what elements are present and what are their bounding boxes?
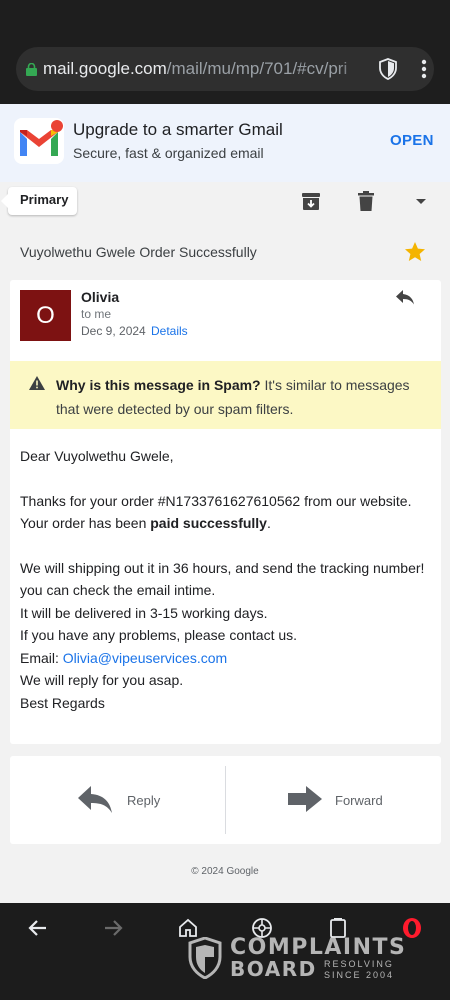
- recipient: to me: [81, 307, 112, 321]
- dropdown-arrow-icon[interactable]: [410, 190, 432, 212]
- gmail-logo: [14, 118, 64, 164]
- email-address-link[interactable]: Olivia@vipeuservices.com: [63, 650, 227, 666]
- primary-label-chip[interactable]: Primary: [0, 187, 78, 215]
- copyright-footer: © 2024 Google: [191, 866, 259, 877]
- problems-line: If you have any problems, please contact…: [20, 627, 298, 643]
- forward-icon[interactable]: [102, 917, 124, 939]
- reply-icon[interactable]: [394, 288, 416, 306]
- email-subject: Vuyolwethu Gwele Order Successfully: [20, 244, 257, 260]
- url-path: /mail/mu/mp/701/#cv/pri: [166, 59, 348, 78]
- reply-forward-bar: Reply Forward: [10, 756, 441, 844]
- gmail-promo-banner: Upgrade to a smarter Gmail Secure, fast …: [0, 104, 450, 182]
- url-host: mail.google.com: [43, 59, 167, 78]
- watermark-tagline: RESOLVING SINCE 2004: [324, 959, 394, 981]
- email-line: Email: Olivia@vipeuservices.com: [20, 647, 435, 670]
- spam-notice: Why is this message in Spam? It's simila…: [10, 361, 441, 429]
- reply-label: Reply: [127, 793, 161, 808]
- message-date: Dec 9, 2024: [81, 324, 146, 338]
- spam-text: Why is this message in Spam? It's simila…: [56, 373, 432, 421]
- order-line-2-bold: paid successfully: [150, 515, 267, 531]
- gmail-logo-icon: [20, 120, 63, 156]
- watermark-line-2: BOARD: [230, 957, 317, 981]
- star-icon[interactable]: [403, 240, 427, 264]
- order-line-1: Thanks for your order #N1733761627610562…: [20, 492, 412, 509]
- shield-logo-icon: [188, 937, 222, 979]
- url-text: mail.google.com/mail/mu/mp/701/#cv/pri: [43, 59, 369, 79]
- complaints-board-watermark: COMPLAINTS BOARD RESOLVING SINCE 2004: [188, 935, 408, 981]
- spam-title: Why is this message in Spam?: [56, 377, 261, 393]
- promo-subtitle: Secure, fast & organized email: [73, 145, 264, 161]
- forward-arrow-icon: [288, 786, 322, 812]
- message-card: O Olivia to me Dec 9, 2024 Details Why i…: [10, 280, 441, 744]
- signoff: Best Regards: [20, 694, 105, 711]
- shipping-line: We will shipping out it in 36 hours, and…: [20, 559, 425, 599]
- sender-name: Olivia: [81, 289, 120, 305]
- order-line-2: Your order has been paid successfully.: [20, 512, 435, 535]
- back-icon[interactable]: [27, 917, 49, 939]
- open-button[interactable]: OPEN: [390, 132, 434, 149]
- forward-label: Forward: [335, 793, 383, 808]
- archive-icon[interactable]: [300, 190, 322, 212]
- url-fade: [336, 55, 372, 83]
- url-bar[interactable]: mail.google.com/mail/mu/mp/701/#cv/pri: [16, 47, 434, 91]
- email-label: Email:: [20, 649, 63, 666]
- reply-line: We will reply for you asap.: [20, 672, 184, 688]
- shield-icon[interactable]: [378, 58, 398, 80]
- message-toolbar: Primary: [0, 182, 450, 222]
- menu-icon[interactable]: [414, 58, 434, 80]
- greeting: Dear Vuyolwethu Gwele,: [20, 448, 174, 464]
- browser-top-bar: mail.google.com/mail/mu/mp/701/#cv/pri: [0, 0, 450, 104]
- details-link[interactable]: Details: [151, 324, 188, 338]
- delete-icon[interactable]: [355, 190, 377, 212]
- order-line-2-suffix: .: [266, 515, 271, 531]
- message-body: Dear Vuyolwethu Gwele, Thanks for your o…: [20, 445, 435, 714]
- delivery-line: It will be delivered in 3-15 working day…: [20, 604, 268, 621]
- reply-arrow-icon: [78, 786, 112, 813]
- divider: [225, 766, 226, 834]
- watermark-tag-2: SINCE 2004: [324, 970, 395, 980]
- order-line-2-prefix: Your order has been: [20, 515, 151, 531]
- lock-icon: [26, 63, 37, 76]
- warning-icon: [29, 376, 45, 390]
- avatar: O: [20, 290, 71, 341]
- watermark-tag-1: RESOLVING: [324, 959, 394, 969]
- promo-title: Upgrade to a smarter Gmail: [73, 120, 283, 139]
